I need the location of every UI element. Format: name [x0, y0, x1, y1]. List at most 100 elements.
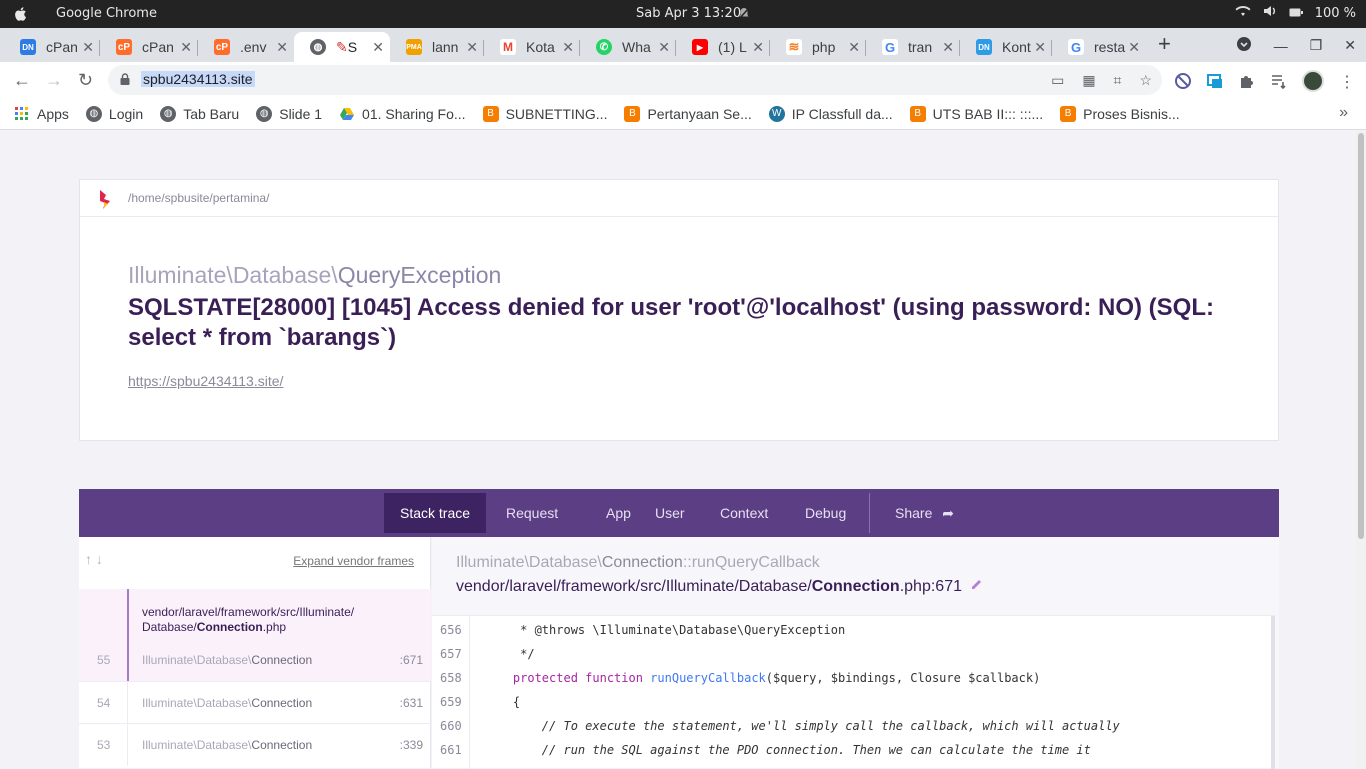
frame-line: :671: [399, 653, 423, 667]
expand-vendor-frames-link[interactable]: Expand vendor frames: [293, 554, 414, 568]
stack-frame-active[interactable]: vendor/laravel/framework/src/Illuminate/…: [79, 589, 431, 681]
tab-1[interactable]: cP cPan ✕: [100, 32, 198, 62]
scrollbar-thumb[interactable]: [1358, 133, 1364, 539]
extensions-puzzle-icon[interactable]: [1238, 72, 1256, 90]
exception-message: SQLSTATE[28000] [1045] Access denied for…: [128, 294, 1214, 351]
volume-icon[interactable]: [1263, 5, 1277, 21]
close-icon[interactable]: ✕: [466, 39, 478, 56]
page-scrollbar[interactable]: [1356, 131, 1366, 768]
lock-icon[interactable]: [120, 73, 130, 85]
tab-5[interactable]: M Kota ✕: [484, 32, 580, 62]
app-name[interactable]: Google Chrome: [56, 6, 157, 21]
close-icon[interactable]: ✕: [752, 39, 764, 56]
request-url-link[interactable]: https://spbu2434113.site/: [128, 373, 283, 389]
tab-share[interactable]: Share ➦: [879, 493, 970, 533]
code-line: 660 // To execute the statement, we'll s…: [440, 719, 1120, 733]
tab-request[interactable]: Request: [490, 493, 574, 533]
tab-user[interactable]: User: [639, 493, 701, 533]
tab-11[interactable]: G resta ✕: [1052, 32, 1146, 62]
reload-icon[interactable]: ↻: [78, 70, 93, 91]
close-icon[interactable]: ✕: [180, 39, 192, 56]
close-icon[interactable]: ✕: [1034, 39, 1046, 56]
bookmark-ip-classfull[interactable]: W IP Classfull da...: [768, 105, 893, 122]
edit-pencil-icon[interactable]: [970, 577, 984, 591]
tab-stack-trace[interactable]: Stack trace: [384, 493, 487, 533]
bookmark-sharing[interactable]: 01. Sharing Fo...: [339, 106, 466, 122]
tab-title: cPan: [142, 39, 174, 55]
close-icon[interactable]: ✕: [372, 39, 384, 56]
close-window-icon[interactable]: ✕: [1344, 37, 1356, 54]
os-top-bar: Google Chrome Sab Apr 3 13:20 100 %: [0, 0, 1366, 28]
tab-2[interactable]: cP .env ✕: [198, 32, 294, 62]
pma-icon: PMA: [406, 39, 422, 55]
close-icon[interactable]: ✕: [276, 39, 288, 56]
bookmark-proses-bisnis[interactable]: B Proses Bisnis...: [1060, 105, 1180, 122]
bookmark-apps[interactable]: Apps: [14, 106, 69, 122]
menu-kebab-icon[interactable]: ⋮: [1338, 72, 1356, 91]
url-text[interactable]: spbu2434113.site: [141, 71, 255, 87]
tab-10[interactable]: DN Kont ✕: [960, 32, 1052, 62]
maximize-icon[interactable]: ❐: [1310, 37, 1323, 54]
bookmark-label: Pertanyaan Se...: [647, 105, 752, 122]
omnibox[interactable]: spbu2434113.site ▭ ▦ ⌗ ☆: [108, 65, 1162, 95]
bookmark-subnetting[interactable]: B SUBNETTING...: [482, 105, 608, 122]
error-card-header: /home/spbusite/pertamina/: [80, 180, 1278, 217]
close-icon[interactable]: ✕: [942, 39, 954, 56]
frame-class: Illuminate\Database\Connection: [142, 653, 313, 667]
bookmark-label: Proses Bisnis...: [1083, 105, 1180, 122]
bookmark-tab-baru[interactable]: ◍ Tab Baru: [160, 105, 239, 122]
tab-9[interactable]: G tran ✕: [866, 32, 960, 62]
apps-grid-icon: [14, 106, 30, 122]
minimize-icon[interactable]: —: [1274, 38, 1288, 54]
bookmark-label: Apps: [37, 105, 69, 122]
frame-nav-arrows-icon[interactable]: ↑ ↓: [85, 551, 103, 567]
battery-icon[interactable]: [1289, 6, 1303, 21]
block-extension-icon[interactable]: [1174, 72, 1192, 90]
tab-0[interactable]: DN cPan ✕: [4, 32, 100, 62]
translate-icon[interactable]: ⌗: [1114, 72, 1122, 89]
bookmark-slide-1[interactable]: ◍ Slide 1: [256, 105, 322, 122]
tab-6[interactable]: ✆ Wha ✕: [580, 32, 676, 62]
reading-list-icon[interactable]: [1270, 72, 1288, 90]
close-icon[interactable]: ✕: [1128, 39, 1140, 56]
close-icon[interactable]: ✕: [848, 39, 860, 56]
tab-4[interactable]: PMA lann ✕: [390, 32, 484, 62]
bookmark-login[interactable]: ◍ Login: [85, 105, 143, 122]
bookmark-star-icon[interactable]: ☆: [1139, 72, 1152, 89]
screen-capture-icon[interactable]: [1206, 72, 1224, 90]
tab-7[interactable]: ▶ (1) L ✕: [676, 32, 770, 62]
clock[interactable]: Sab Apr 3 13:20: [636, 6, 741, 21]
avatar[interactable]: [1302, 70, 1324, 92]
tab-search-icon[interactable]: [1236, 36, 1252, 55]
close-icon[interactable]: ✕: [82, 39, 94, 56]
stack-frame-54[interactable]: 54 Illuminate\Database\Connection :631: [79, 681, 431, 724]
close-icon[interactable]: ✕: [658, 39, 670, 56]
stack-frame-53[interactable]: 53 Illuminate\Database\Connection :339: [79, 723, 431, 766]
back-icon[interactable]: ←: [13, 70, 31, 91]
globe-icon: ◍: [310, 39, 326, 55]
code-scrollbar[interactable]: [1271, 616, 1275, 769]
forward-icon[interactable]: →: [45, 70, 63, 91]
tab-divider: [869, 493, 870, 533]
bookmark-label: 01. Sharing Fo...: [362, 105, 466, 122]
tab-8[interactable]: ≋ php ✕: [770, 32, 866, 62]
tab-title: Wha: [622, 39, 651, 55]
chevron-more-icon[interactable]: »: [1339, 104, 1348, 122]
tab-title: php: [812, 39, 836, 55]
cpanel-icon: cP: [214, 39, 230, 55]
globe-icon: ◍: [85, 105, 102, 122]
apple-icon[interactable]: [12, 5, 30, 23]
browser-toolbar: ← → ↻ spbu2434113.site ▭ ▦ ⌗ ☆: [0, 62, 1366, 98]
bookmark-pertanyaan[interactable]: B Pertanyaan Se...: [624, 105, 752, 122]
qr-code-icon[interactable]: ▦: [1082, 72, 1095, 89]
tab-context[interactable]: Context: [704, 493, 784, 533]
new-tab-icon[interactable]: +: [1158, 31, 1171, 57]
tab-debug[interactable]: Debug: [789, 493, 862, 533]
wifi-icon[interactable]: [1235, 5, 1251, 21]
code-snippet: 656 * @throws \Illuminate\Database\Query…: [432, 615, 1275, 769]
cast-icon[interactable]: ▭: [1051, 72, 1064, 89]
close-icon[interactable]: ✕: [562, 39, 574, 56]
bookmark-uts[interactable]: B UTS BAB II::: :::...: [909, 105, 1043, 122]
bookmark-label: SUBNETTING...: [505, 105, 608, 122]
tab-3-active[interactable]: ◍ ✎S ✕: [294, 32, 390, 62]
